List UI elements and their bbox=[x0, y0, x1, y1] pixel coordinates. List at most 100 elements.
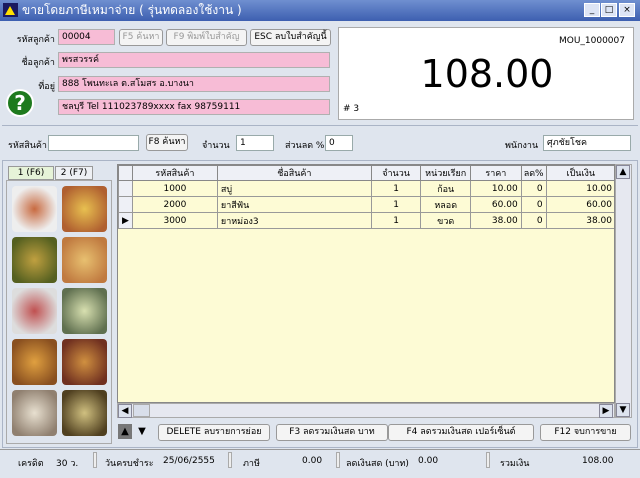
table-cell[interactable]: 0 bbox=[520, 180, 547, 197]
total-display: MOU_1000007 108.00 # 3 bbox=[338, 27, 634, 120]
scroll-down-button[interactable]: ▼ bbox=[616, 403, 630, 417]
table-cell[interactable]: ยาหม่อง3 bbox=[216, 212, 372, 229]
due-date-label: วันครบชำระ bbox=[105, 459, 154, 469]
credit-label: เครดิต bbox=[18, 459, 44, 469]
product-image-grid bbox=[6, 180, 112, 444]
table-cell[interactable]: 1 bbox=[370, 212, 422, 229]
staff-label: พนักงาน bbox=[505, 141, 539, 151]
window-title: ขายโดยภาษีเหมาจ่าย ( รุ่นทดลองใช้งาน ) bbox=[22, 3, 242, 17]
col-header[interactable]: รหัสสินค้า bbox=[131, 165, 218, 181]
scroll-thumb[interactable] bbox=[133, 404, 150, 417]
table-cell[interactable]: ขวด bbox=[420, 212, 472, 229]
table-cell[interactable]: 10.00 bbox=[545, 180, 614, 197]
table-row[interactable]: ▶ 3000 ยาหม่อง3 1 ขวด 38.00 0 38.00 bbox=[118, 212, 614, 229]
table-cell[interactable]: 3000 bbox=[131, 212, 218, 229]
discount-input[interactable]: 0 bbox=[325, 135, 353, 151]
address-line1-input[interactable]: 888 โพนทะเล ต.สโมสร อ.บางนา bbox=[58, 76, 330, 92]
f5-search-button[interactable]: F5 ค้นหา bbox=[119, 29, 163, 46]
product-image[interactable] bbox=[62, 237, 107, 283]
qty-input[interactable]: 1 bbox=[236, 135, 274, 151]
col-header[interactable]: หน่วยเรียก bbox=[420, 165, 472, 181]
table-cell[interactable]: 1000 bbox=[131, 180, 218, 197]
f8-search-button[interactable]: F8 ค้นหา bbox=[146, 134, 188, 151]
product-code-input[interactable] bbox=[48, 135, 139, 151]
tab-2[interactable]: 2 (F7) bbox=[55, 166, 93, 180]
table-cell[interactable]: 0 bbox=[520, 196, 547, 213]
customer-code-input[interactable]: 00004 bbox=[58, 29, 115, 45]
table-cell[interactable]: สบู่ bbox=[216, 180, 372, 197]
due-date-value: 25/06/2555 bbox=[163, 456, 215, 466]
f9-print-button[interactable]: F9 พิมพ์ใบสำคัญ bbox=[166, 29, 247, 46]
col-header[interactable]: ลด% bbox=[520, 165, 547, 181]
scroll-left-button[interactable]: ◀ bbox=[118, 404, 132, 418]
item-count: # 3 bbox=[343, 104, 360, 114]
app-logo-icon bbox=[3, 3, 18, 17]
product-image[interactable] bbox=[62, 186, 107, 232]
move-up-icon[interactable]: ▲ bbox=[118, 424, 132, 439]
table-cell[interactable]: ยาสีฟัน bbox=[216, 196, 372, 213]
table-row[interactable]: 1000 สบู่ 1 ก้อน 10.00 0 10.00 bbox=[118, 180, 614, 197]
row-header-corner bbox=[118, 165, 133, 181]
tax-label: ภาษี bbox=[243, 459, 260, 469]
cash-discount-value: 0.00 bbox=[418, 456, 439, 466]
cash-discount-label: ลดเงินสด (บาท) bbox=[346, 459, 409, 469]
table-cell[interactable]: ก้อน bbox=[420, 180, 472, 197]
col-header[interactable]: จำนวน bbox=[370, 165, 422, 181]
col-header[interactable]: ชื่อสินค้า bbox=[216, 165, 372, 181]
product-image[interactable] bbox=[12, 237, 57, 283]
table-cell[interactable]: 1 bbox=[370, 196, 422, 213]
table-cell[interactable]: 38.00 bbox=[470, 212, 522, 229]
help-icon[interactable]: ? bbox=[6, 89, 34, 117]
product-image[interactable] bbox=[12, 390, 57, 436]
table-cell[interactable]: 38.00 bbox=[545, 212, 614, 229]
items-grid[interactable]: รหัสสินค้า ชื่อสินค้า จำนวน หน่วยเรียก ร… bbox=[117, 164, 615, 403]
table-cell[interactable]: 0 bbox=[520, 212, 547, 229]
product-image[interactable] bbox=[12, 339, 57, 385]
vertical-scrollbar[interactable] bbox=[615, 164, 632, 418]
staff-input[interactable]: ศุภชัยโชค bbox=[543, 135, 631, 151]
product-image[interactable] bbox=[12, 288, 57, 334]
current-row-indicator[interactable]: ▶ bbox=[118, 212, 133, 229]
table-cell[interactable]: 60.00 bbox=[470, 196, 522, 213]
total-value: 108.00 bbox=[582, 456, 614, 466]
row-header[interactable] bbox=[118, 180, 133, 197]
close-button[interactable]: × bbox=[619, 3, 635, 17]
esc-delete-button[interactable]: ESC ลบใบสำคัญนี้ bbox=[250, 29, 331, 46]
table-cell[interactable]: หลอด bbox=[420, 196, 472, 213]
move-down-icon[interactable]: ▼ bbox=[135, 424, 149, 439]
customer-code-label: รหัสลูกค้า bbox=[16, 35, 55, 45]
table-cell[interactable]: 1 bbox=[370, 180, 422, 197]
credit-value: 30 ว. bbox=[56, 459, 79, 469]
product-code-label: รหัสสินค้า bbox=[8, 141, 47, 151]
tax-value: 0.00 bbox=[302, 456, 323, 466]
doc-number: MOU_1000007 bbox=[558, 36, 625, 46]
col-header[interactable]: ราคา bbox=[470, 165, 522, 181]
product-image[interactable] bbox=[62, 288, 107, 334]
tab-1[interactable]: 1 (F6) bbox=[8, 166, 54, 180]
customer-name-input[interactable]: พรสวรรค์ bbox=[58, 52, 330, 68]
product-image[interactable] bbox=[12, 186, 57, 232]
customer-name-label: ชื่อลูกค้า bbox=[21, 58, 55, 68]
total-amount: 108.00 bbox=[420, 52, 554, 96]
f12-end-sale-button[interactable]: F12 จบการขาย bbox=[540, 424, 631, 441]
scroll-up-button[interactable]: ▲ bbox=[616, 165, 630, 179]
address-line2-input[interactable]: ชลบุรี Tel 111023789xxxx fax 98759111 bbox=[58, 99, 330, 115]
product-image[interactable] bbox=[62, 339, 107, 385]
discount-label: ส่วนลด % bbox=[285, 141, 325, 151]
table-cell[interactable]: 10.00 bbox=[470, 180, 522, 197]
f3-cash-discount-baht-button[interactable]: F3 ลดรวมเงินสด บาท bbox=[276, 424, 388, 441]
table-cell[interactable]: 2000 bbox=[131, 196, 218, 213]
scroll-right-button[interactable]: ▶ bbox=[599, 404, 613, 418]
row-header[interactable] bbox=[118, 196, 133, 213]
product-image[interactable] bbox=[62, 390, 107, 436]
f4-cash-discount-percent-button[interactable]: F4 ลดรวมเงินสด เปอร์เซ็นต์ bbox=[388, 424, 534, 441]
title-bar: ขายโดยภาษีเหมาจ่าย ( รุ่นทดลองใช้งาน ) bbox=[0, 0, 640, 21]
delete-line-button[interactable]: DELETE ลบรายการย่อย bbox=[158, 424, 270, 441]
col-header[interactable]: เป็นเงิน bbox=[545, 165, 614, 181]
horizontal-scrollbar[interactable] bbox=[117, 403, 615, 418]
maximize-button[interactable]: □ bbox=[601, 3, 617, 17]
total-label: รวมเงิน bbox=[500, 459, 530, 469]
minimize-button[interactable]: _ bbox=[584, 3, 600, 17]
table-row[interactable]: 2000 ยาสีฟัน 1 หลอด 60.00 0 60.00 bbox=[118, 196, 614, 213]
table-cell[interactable]: 60.00 bbox=[545, 196, 614, 213]
